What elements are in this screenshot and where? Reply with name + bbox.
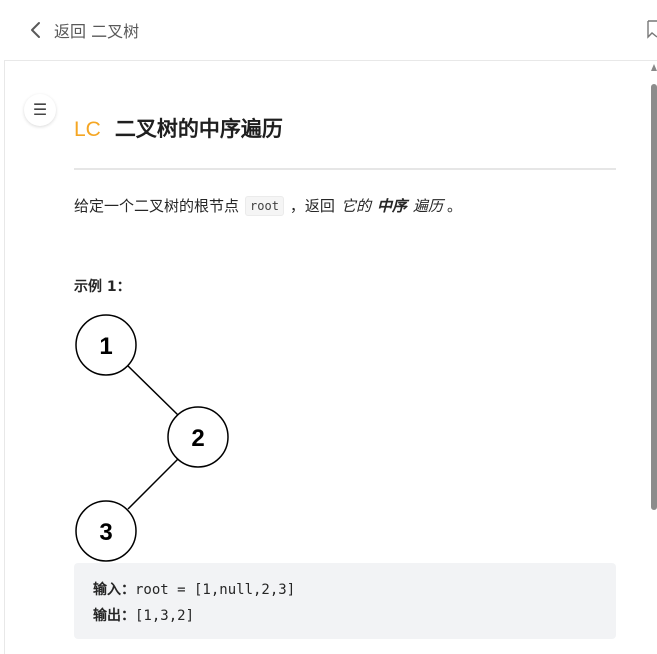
- bookmark-icon[interactable]: [647, 19, 657, 39]
- title-text: 二叉树的中序遍历: [114, 117, 283, 141]
- top-bar: 返回 二叉树: [4, 0, 657, 61]
- tree-node-label: 3: [99, 519, 112, 546]
- toc-button[interactable]: ☰: [24, 94, 56, 126]
- divider: [74, 168, 616, 170]
- desc-strong: 中序: [376, 197, 407, 215]
- output-line: 输出：[1,3,2]: [93, 605, 194, 625]
- tree-node-label: 2: [191, 425, 204, 452]
- example-title: 示例 1：: [74, 279, 131, 295]
- desc-text: ，返回: [289, 197, 335, 215]
- desc-emphasis: 它的: [340, 197, 371, 215]
- inline-code: root: [245, 195, 284, 216]
- scrollbar-thumb[interactable]: [651, 84, 657, 510]
- desc-text: 给定一个二叉树的根节点: [74, 197, 240, 215]
- output-value: [1,3,2]: [135, 608, 195, 624]
- input-value: root = [1,null,2,3]: [135, 582, 296, 598]
- output-label: 输出：: [93, 608, 135, 624]
- binary-tree-diagram: 1 2 3: [75, 314, 229, 562]
- input-line: 输入：root = [1,null,2,3]: [93, 579, 295, 599]
- scroll-up-icon[interactable]: [651, 64, 657, 71]
- example-code-block: 输入：root = [1,null,2,3] 输出：[1,3,2]: [74, 563, 616, 639]
- back-button[interactable]: 返回 二叉树: [26, 18, 139, 42]
- menu-icon: ☰: [32, 100, 48, 119]
- desc-text: 。: [446, 197, 462, 215]
- tree-node-label: 1: [99, 333, 112, 360]
- problem-description: 给定一个二叉树的根节点 root ，返回 它的 中序 遍历 。: [74, 195, 462, 216]
- back-label: 返回 二叉树: [54, 22, 140, 41]
- input-label: 输入：: [93, 582, 135, 598]
- chevron-left-icon: [31, 22, 40, 38]
- tree-edge: [127, 458, 179, 510]
- scrollbar[interactable]: [651, 64, 657, 510]
- tree-edge: [126, 364, 179, 416]
- desc-emphasis: 遍历: [412, 197, 443, 215]
- title-badge: LC: [74, 118, 101, 141]
- page-title: LC 二叉树的中序遍历: [74, 113, 283, 143]
